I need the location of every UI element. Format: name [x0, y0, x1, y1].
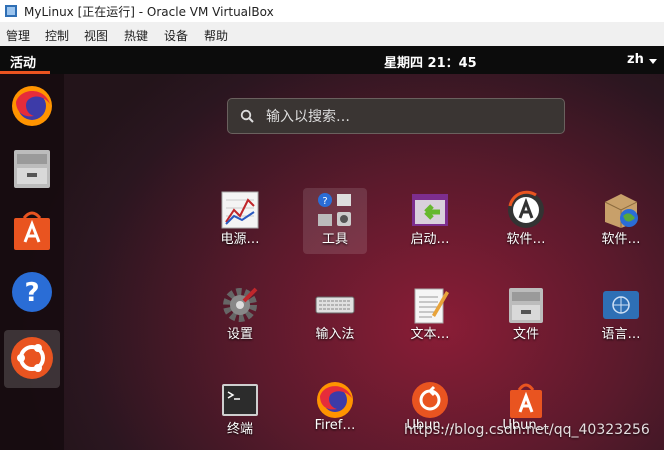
app-label: 软件…	[601, 232, 641, 247]
software-store-icon	[14, 211, 50, 250]
window-title: MyLinux [正在运行] - Oracle VM VirtualBox	[24, 5, 274, 19]
power-statistics-icon	[221, 191, 259, 229]
dock-software[interactable]	[4, 202, 60, 260]
file-cabinet-icon	[14, 150, 50, 188]
watermark: https://blog.csdn.net/qq_40323256	[404, 422, 650, 438]
dock-files[interactable]	[4, 140, 60, 198]
app-settings[interactable]: 设置	[208, 283, 272, 349]
menu-hotkeys[interactable]: 热键	[124, 27, 148, 44]
input-language-indicator[interactable]: zh	[627, 52, 644, 67]
menu-devices[interactable]: 设备	[164, 27, 188, 44]
app-label: 文本…	[410, 327, 450, 342]
settings-gear-icon	[223, 287, 258, 322]
app-power-statistics[interactable]: 电源…	[208, 188, 272, 254]
language-support-icon	[603, 291, 639, 319]
app-text-editor[interactable]: 文本…	[398, 283, 462, 349]
startup-applications-icon	[412, 194, 448, 226]
search-box[interactable]	[227, 98, 565, 134]
help-icon: ?	[12, 272, 52, 312]
app-label: 工具	[321, 232, 348, 247]
svg-text:?: ?	[24, 278, 39, 308]
menu-help[interactable]: 帮助	[204, 27, 228, 44]
app-label: 启动…	[410, 232, 450, 247]
window-titlebar: MyLinux [正在运行] - Oracle VM VirtualBox	[0, 0, 664, 22]
menubar: 管理 控制 视图 热键 设备 帮助	[0, 22, 664, 47]
app-input-method[interactable]: 输入法	[303, 283, 367, 349]
ubuntu-software-icon	[412, 382, 448, 418]
menu-view[interactable]: 视图	[84, 27, 108, 44]
activities-button[interactable]: 活动	[10, 52, 36, 71]
terminal-icon	[222, 384, 258, 416]
menu-manage[interactable]: 管理	[6, 27, 30, 44]
app-label: 文件	[512, 327, 539, 342]
app-software-properties[interactable]: 软件…	[589, 188, 653, 254]
app-terminal[interactable]: 终端	[208, 378, 272, 444]
file-cabinet-icon	[509, 288, 543, 323]
app-label: 设置	[226, 327, 253, 342]
dock-firefox[interactable]	[4, 78, 60, 136]
guest-screen: 活动 星期四 21：45 zh ? 输入以搜索… 电源… ? 工具 启动… 软件…	[0, 46, 664, 450]
svg-text:?: ?	[322, 196, 327, 207]
app-label: 终端	[226, 422, 253, 437]
app-language-support[interactable]: 语言…	[589, 283, 653, 349]
app-grid-icon	[11, 337, 53, 379]
software-store-icon	[510, 383, 542, 418]
app-label: 软件…	[506, 232, 546, 247]
dock-show-applications[interactable]	[4, 330, 60, 388]
text-editor-icon	[414, 288, 449, 324]
dock-help[interactable]: ?	[4, 264, 60, 322]
app-label: 电源…	[220, 232, 260, 247]
app-startup-applications[interactable]: 启动…	[398, 188, 462, 254]
clock[interactable]: 星期四 21：45	[384, 52, 477, 71]
virtualbox-icon	[5, 5, 17, 17]
app-label: 输入法	[315, 327, 355, 342]
firefox-icon	[12, 86, 52, 126]
search-icon	[240, 109, 254, 123]
firefox-icon	[317, 382, 353, 418]
software-updater-icon	[508, 190, 544, 228]
app-software-updater[interactable]: 软件…	[494, 188, 558, 254]
app-label: Firef…	[314, 418, 356, 433]
app-label: 语言…	[601, 327, 641, 342]
app-files[interactable]: 文件	[494, 283, 558, 349]
keyboard-icon	[315, 296, 355, 314]
app-firefox[interactable]: Firef…	[303, 378, 367, 444]
menu-control[interactable]: 控制	[45, 27, 69, 44]
search-input[interactable]	[264, 105, 558, 129]
app-utilities-folder[interactable]: ? 工具	[303, 188, 367, 254]
utilities-folder-icon: ?	[318, 193, 351, 226]
software-properties-icon	[604, 194, 638, 228]
gnome-top-bar: 活动 星期四 21：45 zh	[0, 46, 664, 74]
chevron-down-icon[interactable]	[649, 59, 657, 64]
dock: ?	[0, 74, 64, 450]
